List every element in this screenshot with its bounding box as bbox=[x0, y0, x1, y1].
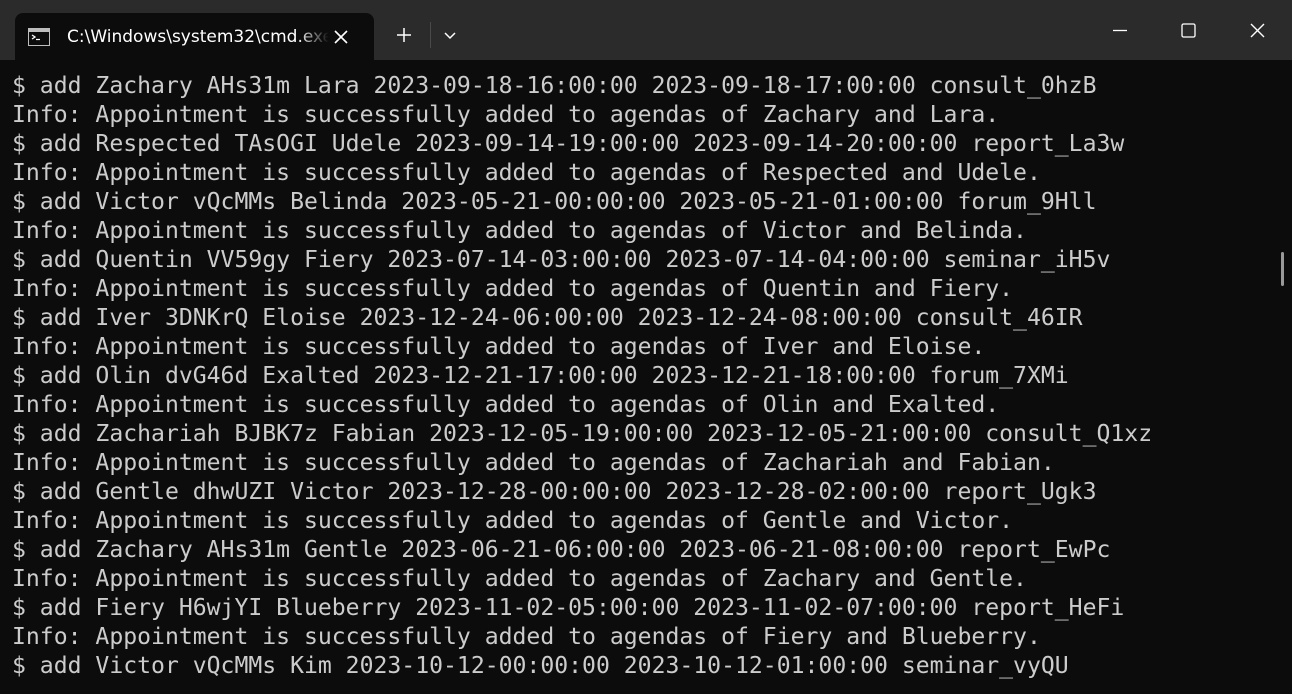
title-bar[interactable]: C:\Windows\system32\cmd.exe bbox=[0, 0, 1292, 60]
close-icon bbox=[1250, 23, 1265, 38]
terminal-line: Info: Appointment is successfully added … bbox=[12, 218, 1027, 244]
tab-title: C:\Windows\system32\cmd.exe bbox=[67, 27, 329, 47]
chevron-down-icon bbox=[444, 32, 456, 40]
close-icon[interactable] bbox=[329, 26, 353, 48]
terminal-line: $ add Zachary AHs31m Lara 2023-09-18-16:… bbox=[12, 73, 1097, 99]
terminal-line: Info: Appointment is successfully added … bbox=[12, 392, 1000, 418]
terminal-line: $ add Victor vQcMMs Belinda 2023-05-21-0… bbox=[12, 189, 1097, 215]
tab-cmd[interactable]: C:\Windows\system32\cmd.exe bbox=[15, 13, 374, 60]
tab-dropdown-button[interactable] bbox=[434, 18, 466, 52]
terminal-line: $ add Olin dvG46d Exalted 2023-12-21-17:… bbox=[12, 363, 1069, 389]
minimize-button[interactable] bbox=[1086, 0, 1154, 60]
terminal-line: Info: Appointment is successfully added … bbox=[12, 450, 1055, 476]
plus-icon bbox=[397, 28, 411, 42]
scrollbar-thumb[interactable] bbox=[1281, 252, 1284, 286]
terminal-line: Info: Appointment is successfully added … bbox=[12, 160, 1041, 186]
new-tab-button[interactable] bbox=[384, 18, 424, 52]
terminal-line: Info: Appointment is successfully added … bbox=[12, 566, 1027, 592]
terminal-output[interactable]: $ add Zachary AHs31m Lara 2023-09-18-16:… bbox=[0, 60, 1276, 694]
terminal-line: Info: Appointment is successfully added … bbox=[12, 276, 1014, 302]
terminal-line: $ add Fiery H6wjYI Blueberry 2023-11-02-… bbox=[12, 595, 1125, 621]
terminal-line: $ add Respected TAsOGI Udele 2023-09-14-… bbox=[12, 131, 1125, 157]
terminal-line: Info: Appointment is successfully added … bbox=[12, 334, 986, 360]
maximize-icon bbox=[1181, 23, 1196, 38]
maximize-button[interactable] bbox=[1154, 0, 1222, 60]
close-button[interactable] bbox=[1222, 0, 1290, 60]
terminal-line: Info: Appointment is successfully added … bbox=[12, 102, 1000, 128]
terminal-icon bbox=[28, 28, 50, 46]
terminal-window: C:\Windows\system32\cmd.exe $ add Zachar… bbox=[0, 0, 1292, 694]
terminal-line: $ add Quentin VV59gy Fiery 2023-07-14-03… bbox=[12, 247, 1111, 273]
terminal-line: $ add Victor vQcMMs Kim 2023-10-12-00:00… bbox=[12, 653, 1069, 679]
tab-divider bbox=[430, 22, 431, 48]
terminal-line: $ add Zachary AHs31m Gentle 2023-06-21-0… bbox=[12, 537, 1111, 563]
terminal-line: $ add Iver 3DNKrQ Eloise 2023-12-24-06:0… bbox=[12, 305, 1083, 331]
terminal-line: Info: Appointment is successfully added … bbox=[12, 508, 1014, 534]
terminal-line: $ add Zachariah BJBK7z Fabian 2023-12-05… bbox=[12, 421, 1153, 447]
terminal-line: Info: Appointment is successfully added … bbox=[12, 624, 1041, 650]
terminal-line: $ add Gentle dhwUZI Victor 2023-12-28-00… bbox=[12, 479, 1097, 505]
